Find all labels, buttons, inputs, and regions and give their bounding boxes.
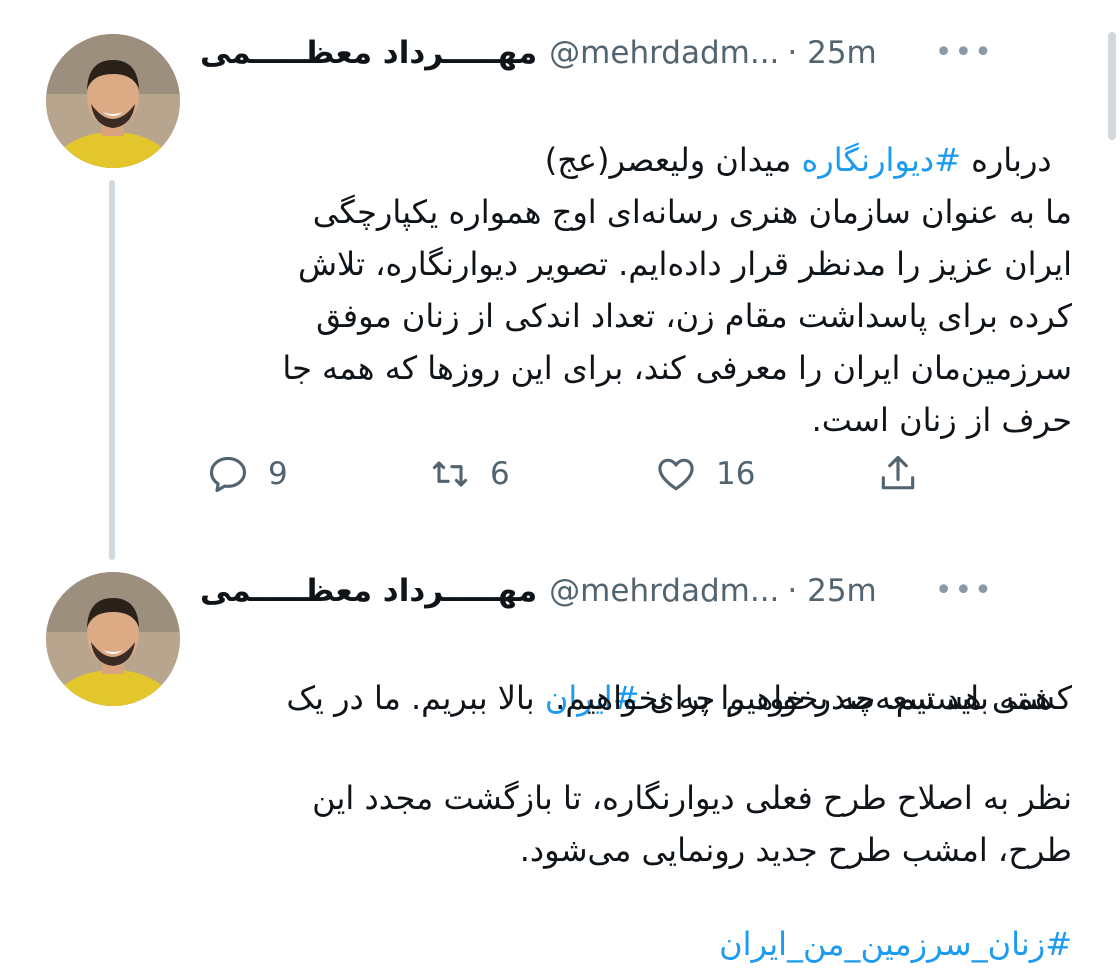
tweet-text-line: درباره #دیوارنگاره میدان ولیعصر(عج) bbox=[545, 82, 1072, 186]
like-button[interactable]: 16 bbox=[654, 452, 755, 496]
more-options-icon[interactable]: ••• bbox=[935, 576, 994, 606]
tweet-body: نظر به اصلاح طرح فعلی دیوارنگاره، تا باز… bbox=[312, 779, 1072, 869]
share-button[interactable] bbox=[876, 452, 920, 496]
hashtag-link[interactable]: #دیوارنگاره bbox=[802, 141, 961, 179]
text-suffix: میدان ولیعصر(عج) bbox=[544, 141, 802, 179]
author-name[interactable]: مهـــــرداد معظـــــمی bbox=[200, 35, 537, 71]
reply-count: 9 bbox=[268, 456, 288, 492]
hashtag-link[interactable]: #زنان_سرزمین_من_ایران bbox=[719, 918, 1072, 970]
tweet-time[interactable]: · 25m bbox=[787, 573, 876, 609]
avatar-image bbox=[46, 572, 180, 706]
retweet-icon bbox=[432, 461, 468, 487]
tweet-author-row: مهـــــرداد معظـــــمی @mehrdadm... · 25… bbox=[200, 28, 1018, 78]
tweet-body: ما به عنوان سازمان هنری رسانه‌ای اوج همو… bbox=[282, 193, 1072, 439]
scrollbar[interactable] bbox=[1108, 32, 1116, 140]
avatar[interactable] bbox=[46, 572, 180, 706]
like-count: 16 bbox=[716, 456, 756, 492]
reply-button[interactable]: 9 bbox=[206, 452, 288, 496]
reply-icon bbox=[209, 456, 247, 493]
avatar[interactable] bbox=[46, 34, 180, 168]
text-suffix: بالا ببریم. ما در یک bbox=[286, 679, 545, 717]
author-handle[interactable]: @mehrdadm... bbox=[549, 573, 779, 609]
share-icon bbox=[881, 455, 915, 490]
retweet-count: 6 bbox=[490, 456, 510, 492]
more-options-icon[interactable]: ••• bbox=[935, 38, 994, 68]
heart-icon bbox=[658, 458, 694, 491]
text-prefix: درباره bbox=[960, 141, 1052, 179]
tweet-text-line: کشتی هستیم. چه بخواهیم چه نخواهیم. bbox=[555, 679, 1072, 717]
tweet-time[interactable]: · 25m bbox=[787, 35, 876, 71]
avatar-image bbox=[46, 34, 180, 168]
author-handle[interactable]: @mehrdadm... bbox=[549, 35, 779, 71]
tweet-actions: 9 6 16 bbox=[0, 448, 1120, 508]
tweet-author-row: مهـــــرداد معظـــــمی @mehrdadm... · 25… bbox=[200, 566, 1018, 616]
author-name[interactable]: مهـــــرداد معظـــــمی bbox=[200, 573, 537, 609]
retweet-button[interactable]: 6 bbox=[428, 452, 510, 496]
